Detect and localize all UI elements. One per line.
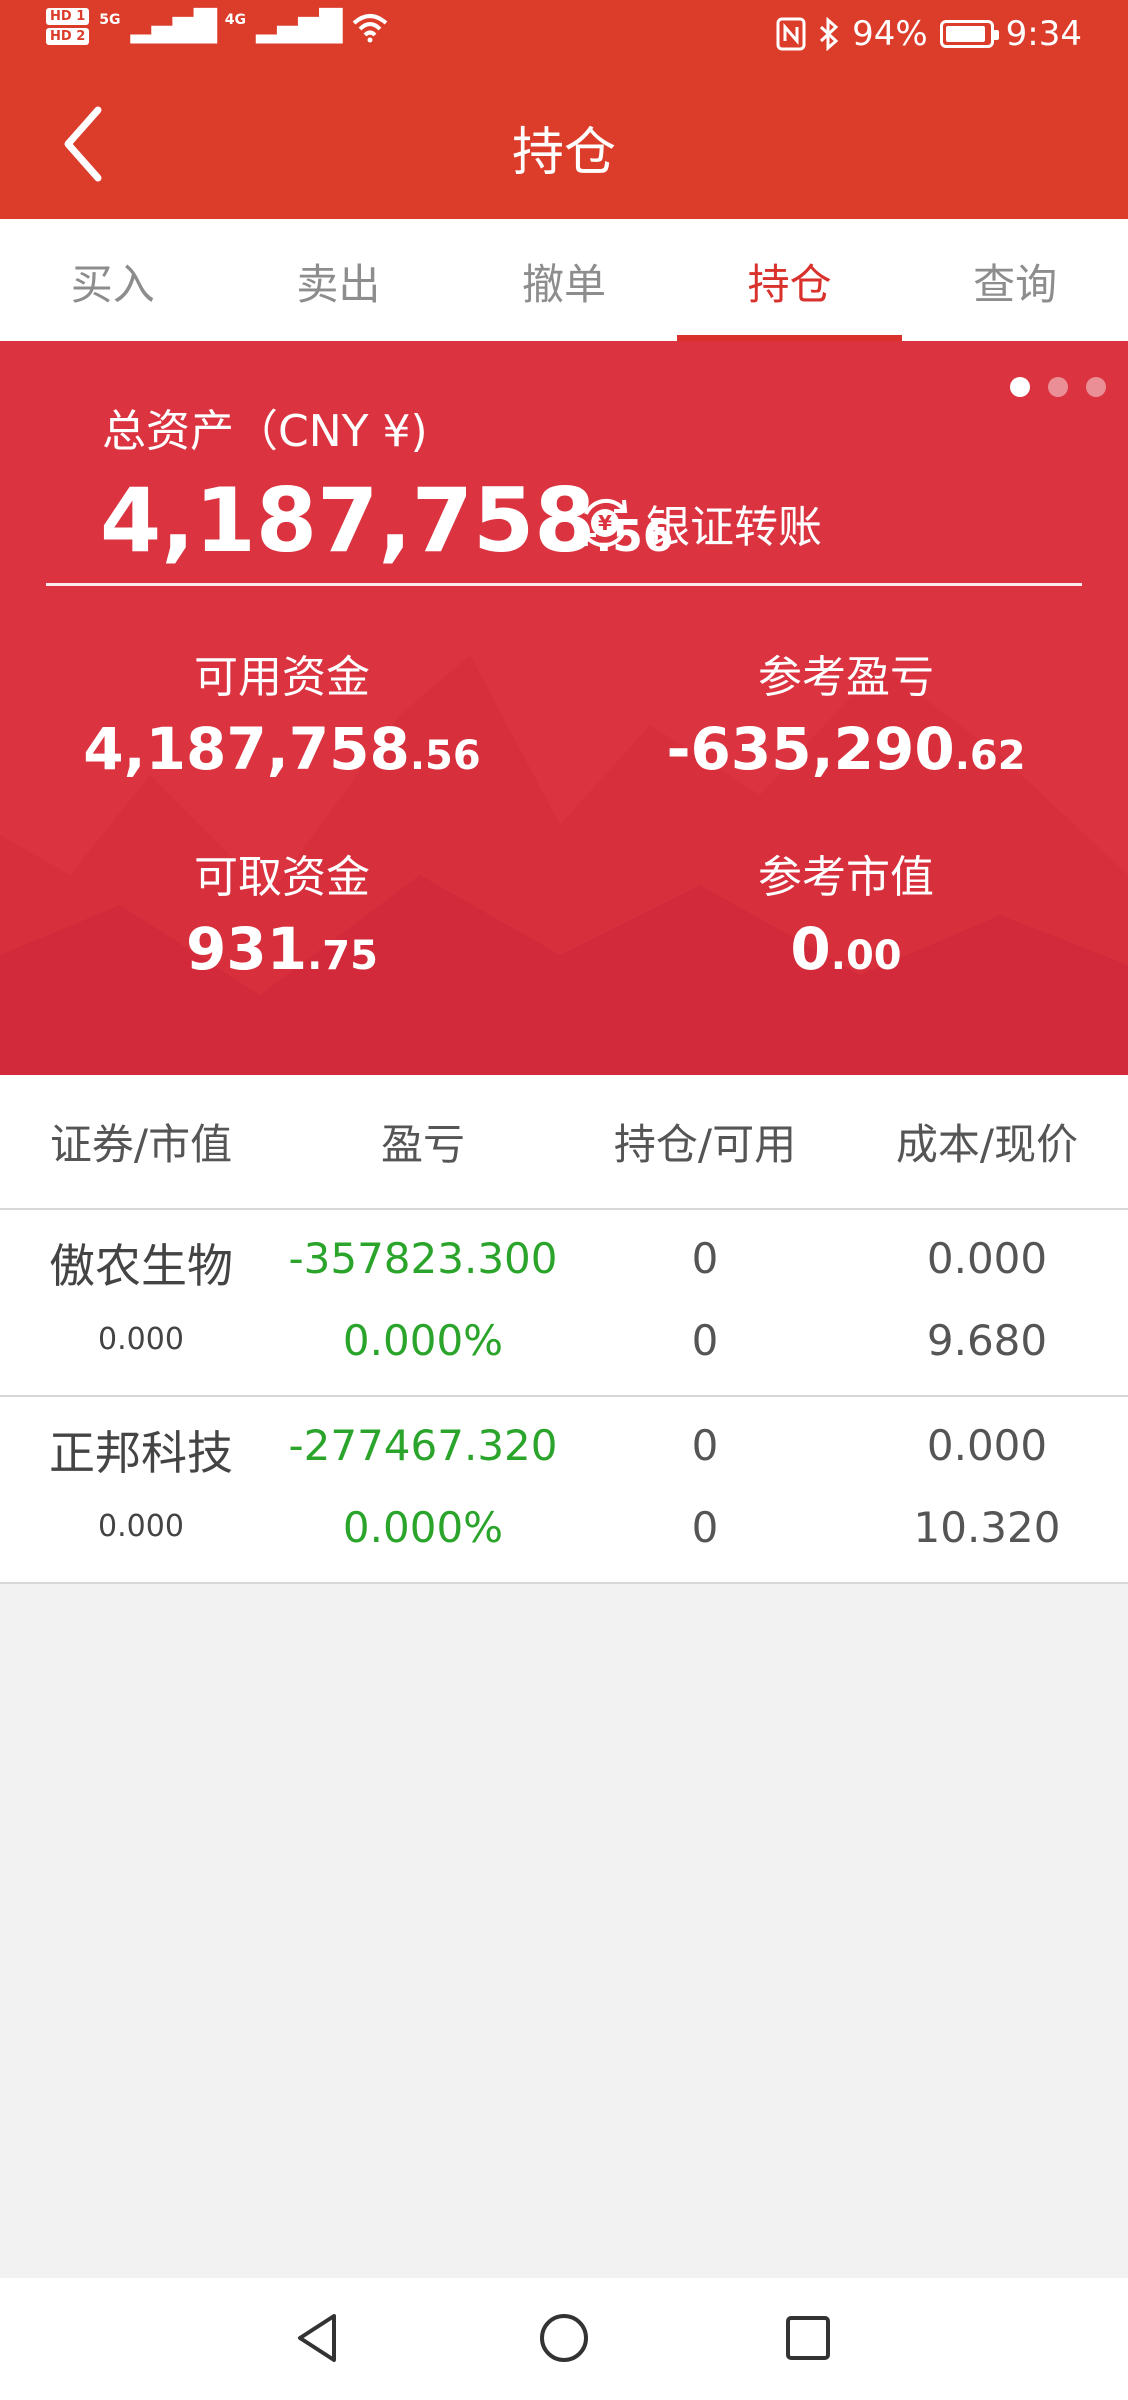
signal-icon: ▂▄▆█	[130, 9, 216, 44]
holdings-table: 证券/市值 盈亏 持仓/可用 成本/现价 傲农生物 0.000 -357823.…	[0, 1075, 1128, 1584]
column-header-position: 持仓/可用	[613, 1120, 797, 1169]
nav-back-icon[interactable]	[290, 2308, 346, 2368]
carousel-dot[interactable]	[1086, 377, 1106, 397]
reference-market-value: 参考市值 0.00	[564, 841, 1128, 983]
cost-price: 0.000	[926, 1234, 1048, 1283]
hd2-badge: HD 2	[46, 28, 90, 45]
total-assets-int: 4,187,758	[100, 469, 596, 572]
withdrawable-funds: 可取资金 931.75	[0, 841, 564, 983]
bank-transfer-button[interactable]: ¥ 银证转账	[574, 491, 822, 555]
hd1-badge: HD 1	[46, 8, 90, 25]
battery-icon	[939, 20, 999, 48]
carousel-dot[interactable]	[1048, 377, 1068, 397]
carousel-dot[interactable]	[1010, 377, 1030, 397]
reference-market-value-value: 0.00	[564, 915, 1128, 983]
carousel-dots[interactable]	[1010, 377, 1106, 397]
tab-buy[interactable]: 买入	[0, 219, 226, 341]
status-right: 94% 9:34	[776, 14, 1082, 54]
asset-summary-panel[interactable]: 总资产（CNY ¥) 4,187,758.56 ¥ 银证转账 可用资金 4,18…	[0, 341, 1128, 1075]
available-funds-value: 4,187,758.56	[0, 715, 564, 783]
column-header-cost-price: 成本/现价	[895, 1120, 1079, 1169]
total-assets-label: 总资产（CNY ¥)	[102, 406, 428, 457]
nav-recents-icon[interactable]	[780, 2308, 836, 2368]
battery-percent: 94%	[852, 14, 928, 54]
current-price: 10.320	[913, 1503, 1061, 1552]
pnl-value: -277467.320	[288, 1421, 558, 1470]
reference-market-value-label: 参考市值	[758, 852, 934, 903]
trade-tabs: 买入 卖出 撤单 持仓 查询	[0, 219, 1128, 341]
cost-price: 0.000	[926, 1421, 1048, 1470]
bluetooth-icon	[820, 17, 839, 51]
tab-query[interactable]: 查询	[902, 219, 1128, 341]
tab-positions[interactable]: 持仓	[676, 219, 903, 341]
available-funds-dec: .56	[409, 733, 481, 779]
position-qty: 0	[691, 1421, 719, 1470]
reference-market-value-dec: .00	[830, 933, 902, 979]
security-name: 傲农生物	[49, 1239, 233, 1293]
reference-pnl-label: 参考盈亏	[758, 652, 934, 703]
security-market-value: 0.000	[98, 1322, 184, 1357]
reference-pnl: 参考盈亏 -635,290.62	[564, 641, 1128, 783]
hd-badges: HD 1 HD 2	[46, 8, 90, 45]
pnl-percent: 0.000%	[342, 1316, 504, 1365]
security-name: 正邦科技	[49, 1426, 233, 1480]
security-market-value: 0.000	[98, 1509, 184, 1544]
nfc-icon	[776, 17, 806, 51]
pnl-percent: 0.000%	[342, 1503, 504, 1552]
available-funds-int: 4,187,758	[83, 715, 410, 783]
reference-pnl-value: -635,290.62	[564, 715, 1128, 783]
withdrawable-funds-int: 931	[186, 915, 308, 983]
withdrawable-funds-dec: .75	[307, 933, 378, 979]
tab-cancel-order[interactable]: 撤单	[451, 219, 677, 341]
available-qty: 0	[691, 1503, 719, 1552]
column-header-pnl: 盈亏	[380, 1120, 465, 1169]
page-title: 持仓	[511, 123, 616, 183]
nav-home-icon[interactable]	[536, 2308, 592, 2368]
network-indicators: HD 1 HD 2 5G ▂▄▆█ 4G ▂▄▆█	[46, 8, 390, 45]
clock: 9:34	[1005, 14, 1082, 54]
network-5g-label: 5G	[99, 12, 121, 28]
divider	[46, 583, 1082, 586]
app-header: HD 1 HD 2 5G ▂▄▆█ 4G ▂▄▆█ 94% 9:34 持仓	[0, 0, 1128, 219]
reference-pnl-int: -635,290	[666, 715, 955, 783]
yuan-exchange-icon: ¥	[582, 498, 628, 548]
table-row[interactable]: 傲农生物 0.000 -357823.300 0.000% 0 0 0.000 …	[0, 1210, 1128, 1397]
current-price: 9.680	[926, 1316, 1048, 1365]
pnl-value: -357823.300	[288, 1234, 558, 1283]
system-nav-bar	[0, 2278, 1128, 2400]
bank-transfer-label: 银证转账	[646, 502, 822, 553]
wifi-icon	[352, 13, 388, 42]
withdrawable-funds-label: 可取资金	[194, 852, 370, 903]
status-bar: HD 1 HD 2 5G ▂▄▆█ 4G ▂▄▆█ 94% 9:34	[0, 0, 1128, 72]
reference-pnl-dec: .62	[954, 733, 1026, 779]
table-row[interactable]: 正邦科技 0.000 -277467.320 0.000% 0 0 0.000 …	[0, 1397, 1128, 1584]
available-funds-label: 可用资金	[194, 652, 370, 703]
signal-icon: ▂▄▆█	[256, 9, 342, 44]
position-qty: 0	[691, 1234, 719, 1283]
reference-market-value-int: 0	[790, 915, 831, 983]
table-header: 证券/市值 盈亏 持仓/可用 成本/现价	[0, 1075, 1128, 1210]
tab-sell[interactable]: 卖出	[226, 219, 452, 341]
available-qty: 0	[691, 1316, 719, 1365]
svg-text:¥: ¥	[598, 511, 612, 535]
available-funds: 可用资金 4,187,758.56	[0, 641, 564, 783]
withdrawable-funds-value: 931.75	[0, 915, 564, 983]
network-4g-label: 4G	[224, 12, 247, 28]
column-header-security: 证券/市值	[49, 1120, 233, 1169]
